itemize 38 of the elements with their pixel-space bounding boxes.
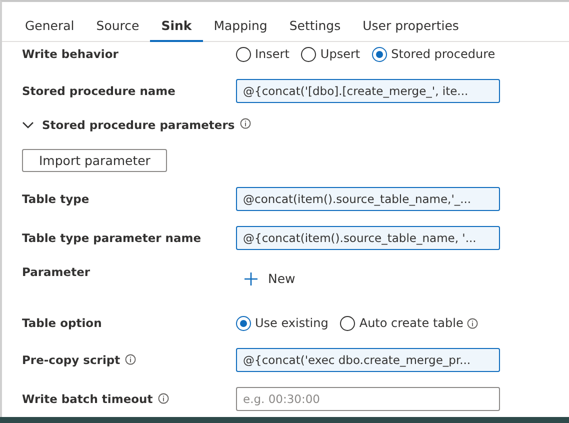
radio-label: Insert xyxy=(255,47,290,61)
tab[interactable]: Settings xyxy=(278,2,352,42)
radio-label: Upsert xyxy=(320,47,360,61)
field-label: Table option xyxy=(22,316,102,330)
input-field[interactable]: @concat(item().source_table_name,'_... xyxy=(236,186,500,210)
plus-icon xyxy=(244,272,258,286)
radio-button[interactable] xyxy=(236,316,251,330)
info-icon[interactable] xyxy=(467,318,478,328)
radio-button[interactable] xyxy=(301,46,316,62)
input-field[interactable]: @{concat('[dbo].[create_merge_', ite... xyxy=(236,78,500,102)
field-label: Stored procedure name xyxy=(22,84,176,98)
field-label: Table type xyxy=(22,192,90,206)
chevron-icon[interactable] xyxy=(22,121,34,129)
section-title: Stored procedure parameters xyxy=(42,118,235,132)
input-field[interactable]: @{concat(item().source_table_name, '... xyxy=(236,226,500,250)
info-icon[interactable] xyxy=(125,354,136,365)
field-label: Write batch timeout xyxy=(22,392,153,406)
field-label: Pre-copy script xyxy=(22,352,120,366)
tab[interactable]: User properties xyxy=(352,2,470,42)
radio-button[interactable] xyxy=(340,316,356,330)
radio-button[interactable] xyxy=(236,46,251,62)
info-icon[interactable] xyxy=(158,393,169,404)
radio-label: Stored procedure xyxy=(391,47,496,61)
field-label: Parameter xyxy=(22,265,90,279)
new-button[interactable]: New xyxy=(236,263,298,286)
radio-label: Use existing xyxy=(255,316,328,330)
tab[interactable]: Source xyxy=(85,2,150,42)
tab[interactable]: Mapping xyxy=(202,2,278,42)
field-label: Write behavior xyxy=(22,47,118,61)
input-field[interactable]: e.g. 00:30:00 xyxy=(236,386,500,410)
radio-label: Auto create table xyxy=(359,316,464,330)
field-label: Table type parameter name xyxy=(22,230,202,244)
import-parameter-button[interactable]: Import parameter xyxy=(22,148,168,172)
input-field[interactable]: @{concat('exec dbo.create_merge_pr... xyxy=(236,348,500,372)
tab[interactable]: Sink xyxy=(150,2,203,42)
radio-button[interactable] xyxy=(372,46,388,62)
info-icon[interactable] xyxy=(240,118,251,129)
tab[interactable]: General xyxy=(14,2,86,42)
